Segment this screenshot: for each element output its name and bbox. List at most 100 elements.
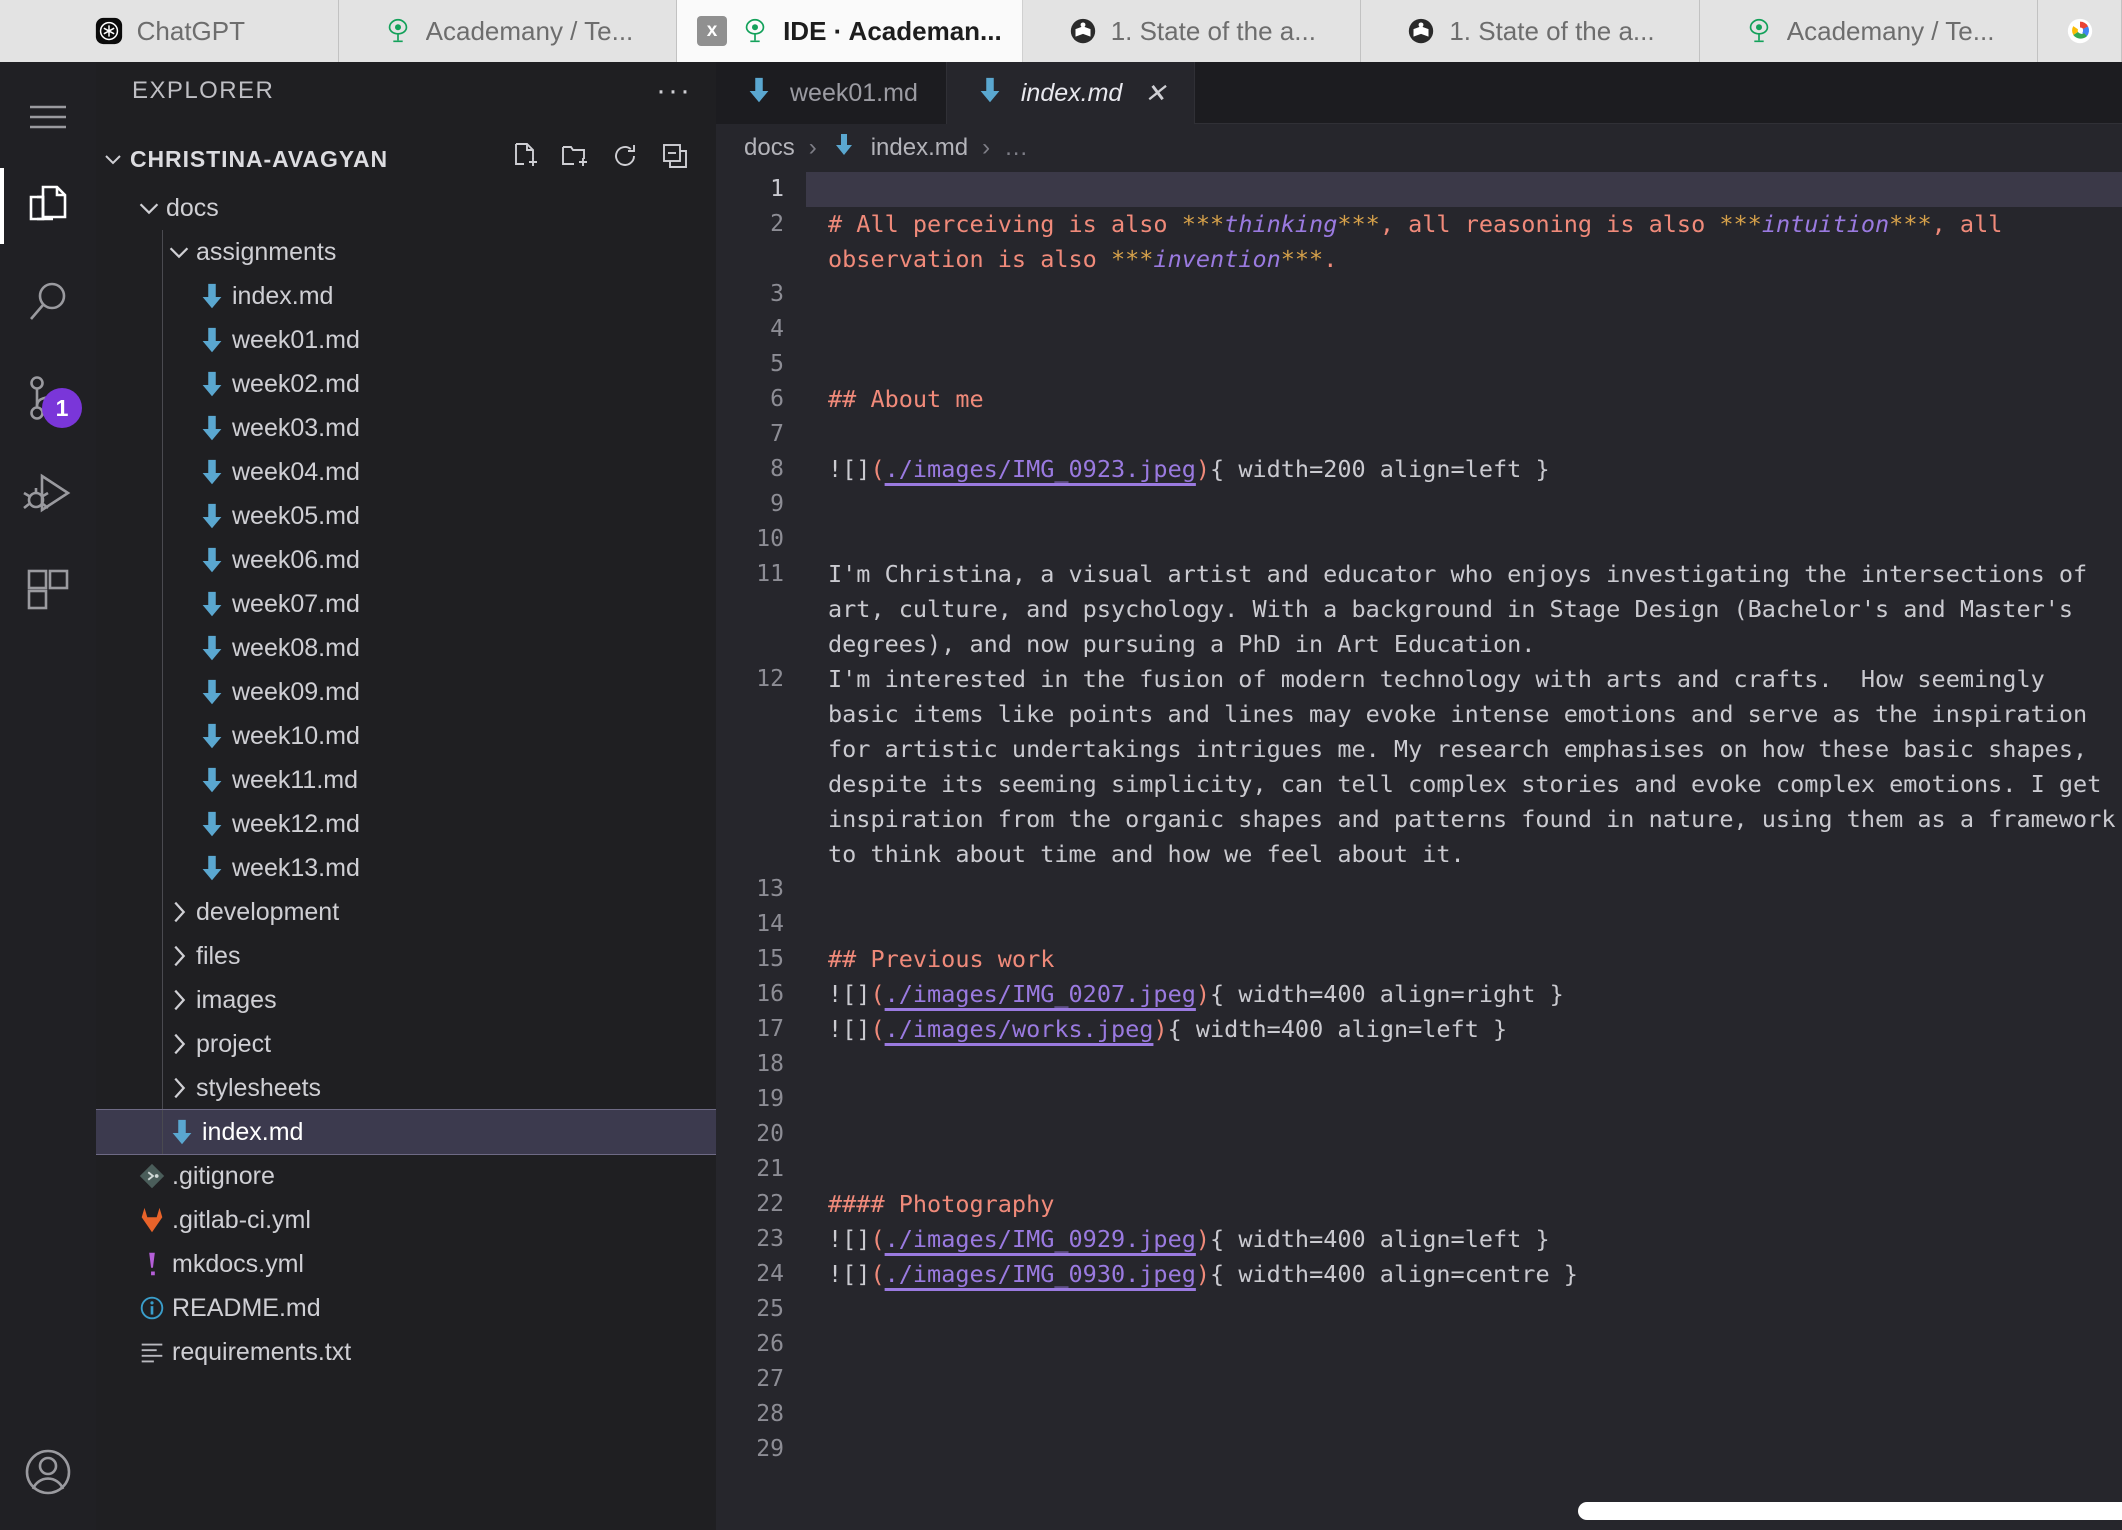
- code-line[interactable]: 11 I'm Christina, a visual artist and edu…: [716, 557, 2122, 662]
- source-control-icon[interactable]: 1: [0, 350, 96, 446]
- code-line-text[interactable]: ![](./images/IMG_0923.jpeg){ width=200 a…: [806, 452, 2122, 487]
- run-debug-icon[interactable]: [0, 446, 96, 542]
- code-line-text[interactable]: [806, 487, 2122, 522]
- editor-tab-index-md[interactable]: index.md ✕: [946, 62, 1196, 124]
- collapse-all-icon[interactable]: [660, 141, 690, 177]
- code-line-text[interactable]: [806, 417, 2122, 452]
- code-line-text[interactable]: [806, 1082, 2122, 1117]
- breadcrumb-item-docs[interactable]: docs: [744, 134, 795, 162]
- browser-tab-6[interactable]: Academany / Te...: [1699, 0, 2039, 62]
- code-line-text[interactable]: ## About me: [806, 382, 2122, 417]
- tree-folder-images[interactable]: images: [96, 978, 716, 1022]
- chevron-right-icon[interactable]: [162, 985, 196, 1015]
- tree-file-requirements-txt[interactable]: requirements.txt: [96, 1330, 716, 1374]
- new-folder-icon[interactable]: [560, 141, 590, 177]
- code-line-text[interactable]: [806, 347, 2122, 382]
- code-line[interactable]: 14: [716, 907, 2122, 942]
- tree-file-week03-md[interactable]: week03.md: [96, 406, 716, 450]
- code-line[interactable]: 23 ![](./images/IMG_0929.jpeg){ width=400…: [716, 1222, 2122, 1257]
- chevron-down-icon[interactable]: [162, 237, 196, 267]
- code-line[interactable]: 22 #### Photography: [716, 1187, 2122, 1222]
- chevron-down-icon[interactable]: [132, 193, 166, 223]
- code-line-text[interactable]: [806, 172, 2122, 207]
- code-line[interactable]: 2 # All perceiving is also ***thinking***…: [716, 207, 2122, 277]
- code-line[interactable]: 18: [716, 1047, 2122, 1082]
- code-line[interactable]: 19: [716, 1082, 2122, 1117]
- tree-folder-project[interactable]: project: [96, 1022, 716, 1066]
- tree-file-index-md[interactable]: index.md: [96, 1109, 716, 1155]
- tree-file-week08-md[interactable]: week08.md: [96, 626, 716, 670]
- code-line-text[interactable]: [806, 1362, 2122, 1397]
- code-line-text[interactable]: [806, 277, 2122, 312]
- code-line-text[interactable]: ![](./images/IMG_0929.jpeg){ width=400 a…: [806, 1222, 2122, 1257]
- chevron-right-icon[interactable]: [162, 941, 196, 971]
- tree-file-week07-md[interactable]: week07.md: [96, 582, 716, 626]
- code-line[interactable]: 29: [716, 1432, 2122, 1467]
- code-line[interactable]: 16 ![](./images/IMG_0207.jpeg){ width=400…: [716, 977, 2122, 1012]
- code-line[interactable]: 27: [716, 1362, 2122, 1397]
- code-line-text[interactable]: #### Photography: [806, 1187, 2122, 1222]
- breadcrumb-item-file[interactable]: index.md: [871, 134, 968, 162]
- tree-file-week01-md[interactable]: week01.md: [96, 318, 716, 362]
- tree-file-readme-md[interactable]: README.md: [96, 1286, 716, 1330]
- code-line-text[interactable]: [806, 907, 2122, 942]
- tree-file-week05-md[interactable]: week05.md: [96, 494, 716, 538]
- extensions-icon[interactable]: [0, 542, 96, 638]
- tree-folder-development[interactable]: development: [96, 890, 716, 934]
- code-line[interactable]: 1: [716, 172, 2122, 207]
- code-line-text[interactable]: [806, 1292, 2122, 1327]
- code-line[interactable]: 20: [716, 1117, 2122, 1152]
- tree-file-week02-md[interactable]: week02.md: [96, 362, 716, 406]
- chevron-right-icon[interactable]: [162, 897, 196, 927]
- breadcrumb-item-more[interactable]: …: [1004, 134, 1028, 162]
- code-line[interactable]: 6 ## About me: [716, 382, 2122, 417]
- code-line[interactable]: 12 I'm interested in the fusion of modern…: [716, 662, 2122, 872]
- code-line[interactable]: 17 ![](./images/works.jpeg){ width=400 al…: [716, 1012, 2122, 1047]
- tree-file-week12-md[interactable]: week12.md: [96, 802, 716, 846]
- code-line-text[interactable]: # All perceiving is also ***thinking***,…: [806, 207, 2122, 277]
- code-line[interactable]: 28: [716, 1397, 2122, 1432]
- code-line[interactable]: 15 ## Previous work: [716, 942, 2122, 977]
- tree-file-week10-md[interactable]: week10.md: [96, 714, 716, 758]
- code-line[interactable]: 13: [716, 872, 2122, 907]
- chevron-right-icon[interactable]: [162, 1029, 196, 1059]
- code-line-text[interactable]: [806, 1152, 2122, 1187]
- code-line[interactable]: 26: [716, 1327, 2122, 1362]
- code-line[interactable]: 10: [716, 522, 2122, 557]
- tree-file-week11-md[interactable]: week11.md: [96, 758, 716, 802]
- editor-tab-close-icon[interactable]: ✕: [1144, 78, 1166, 109]
- code-line-text[interactable]: [806, 1117, 2122, 1152]
- code-line-text[interactable]: [806, 522, 2122, 557]
- tree-root-folder[interactable]: CHRISTINA-AVAGYAN: [96, 132, 716, 186]
- code-line-text[interactable]: [806, 872, 2122, 907]
- explorer-icon[interactable]: [0, 158, 96, 254]
- code-line-text[interactable]: [806, 1432, 2122, 1467]
- tree-folder-docs[interactable]: docs: [96, 186, 716, 230]
- code-line[interactable]: 21: [716, 1152, 2122, 1187]
- tree-file-index-md[interactable]: index.md: [96, 274, 716, 318]
- code-line[interactable]: 7: [716, 417, 2122, 452]
- tree-folder-files[interactable]: files: [96, 934, 716, 978]
- browser-tab-close-icon[interactable]: x: [697, 16, 728, 46]
- code-line[interactable]: 9: [716, 487, 2122, 522]
- refresh-icon[interactable]: [610, 141, 640, 177]
- code-line[interactable]: 4: [716, 312, 2122, 347]
- tree-file-week06-md[interactable]: week06.md: [96, 538, 716, 582]
- code-line-text[interactable]: [806, 1397, 2122, 1432]
- browser-tab-2[interactable]: Academany / Te...: [338, 0, 678, 62]
- tree-file--gitlab-ci-yml[interactable]: .gitlab-ci.yml: [96, 1198, 716, 1242]
- code-line-text[interactable]: ![](./images/IMG_0930.jpeg){ width=400 a…: [806, 1257, 2122, 1292]
- code-line-text[interactable]: ## Previous work: [806, 942, 2122, 977]
- tree-file-week04-md[interactable]: week04.md: [96, 450, 716, 494]
- code-line[interactable]: 8 ![](./images/IMG_0923.jpeg){ width=200 …: [716, 452, 2122, 487]
- search-icon[interactable]: [0, 254, 96, 350]
- code-line-text[interactable]: I'm Christina, a visual artist and educa…: [806, 557, 2122, 662]
- tree-folder-assignments[interactable]: assignments: [96, 230, 716, 274]
- browser-tab-4[interactable]: 1. State of the a...: [1022, 0, 1362, 62]
- account-icon[interactable]: [0, 1424, 96, 1520]
- code-line-text[interactable]: [806, 312, 2122, 347]
- code-line-text[interactable]: [806, 1047, 2122, 1082]
- code-line-text[interactable]: ![](./images/works.jpeg){ width=400 alig…: [806, 1012, 2122, 1047]
- code-editor[interactable]: 1 2 # All perceiving is also ***thinking*…: [716, 172, 2122, 1530]
- code-line[interactable]: 25: [716, 1292, 2122, 1327]
